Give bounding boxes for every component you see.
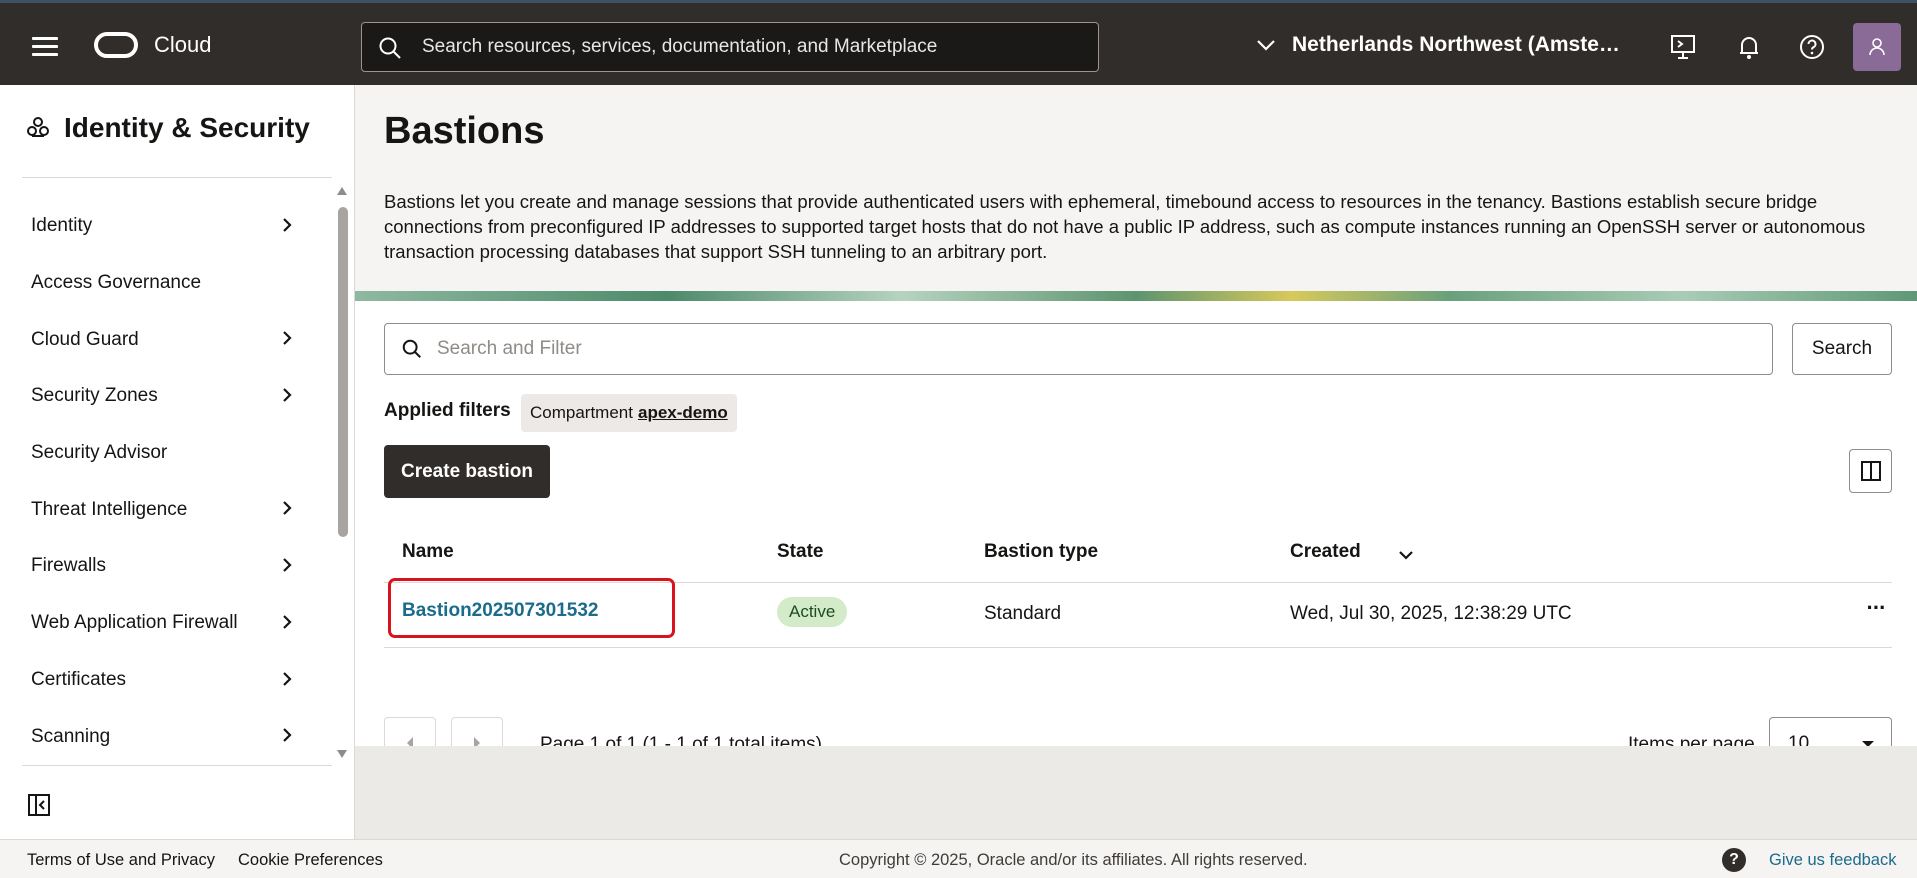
sidebar: Identity & Security Identity Access Gover…	[0, 85, 355, 839]
main-content: Bastions Bastions let you create and man…	[355, 85, 1917, 839]
sidebar-item-firewalls[interactable]: Firewalls	[0, 538, 330, 595]
chevron-right-icon	[283, 388, 292, 402]
chevron-right-icon	[283, 671, 292, 686]
search-button[interactable]: Search	[1792, 323, 1892, 375]
page-description: Bastions let you create and manage sessi…	[384, 191, 1866, 262]
row-actions-menu-icon[interactable]: ···	[1861, 593, 1891, 623]
page-title: Bastions	[384, 110, 545, 152]
chevron-right-icon	[283, 331, 292, 346]
bastion-type-cell: Standard	[984, 603, 1062, 624]
user-avatar[interactable]	[1853, 23, 1901, 71]
filter-chip-compartment[interactable]: Compartment apex-demo	[521, 394, 737, 432]
created-cell: Wed, Jul 30, 2025, 12:38:29 UTC	[1290, 603, 1572, 624]
sidebar-nav: Identity Access Governance Cloud Guard Secu…	[0, 198, 330, 765]
sidebar-item-web-application-firewall[interactable]: Web Application Firewall	[0, 595, 330, 652]
chevron-right-icon	[283, 501, 292, 516]
copyright-text: Copyright © 2025, Oracle and/or its affi…	[839, 851, 1308, 869]
divider	[22, 765, 332, 766]
bastion-name-link[interactable]: Bastion202507301532	[402, 600, 598, 622]
terms-link[interactable]: Terms of Use and Privacy	[27, 851, 215, 870]
global-search-input[interactable]	[422, 23, 1082, 71]
bastions-table: Name State Bastion type Created Bastion2…	[384, 523, 1892, 648]
status-badge: Active	[777, 597, 848, 627]
applied-filters-label: Applied filters	[384, 400, 511, 421]
chip-key: Compartment	[530, 403, 633, 422]
brand-label[interactable]: Cloud	[154, 32, 211, 58]
search-icon	[402, 339, 421, 358]
region-label: Netherlands Northwest (Amste…	[1292, 33, 1620, 56]
sidebar-item-scanning[interactable]: Scanning	[0, 708, 330, 765]
sidebar-item-access-governance[interactable]: Access Governance	[0, 255, 330, 312]
chevron-right-icon	[283, 728, 292, 742]
help-icon[interactable]: ?	[1722, 848, 1746, 872]
sidebar-item-identity[interactable]: Identity	[0, 198, 330, 255]
sidebar-item-label: Firewalls	[31, 555, 106, 577]
user-icon	[1869, 38, 1885, 56]
feedback-link[interactable]: Give us feedback	[1769, 851, 1897, 870]
footer: Terms of Use and Privacy Cookie Preferen…	[0, 839, 1917, 878]
sidebar-item-label: Cloud Guard	[31, 328, 139, 350]
column-header-bastion-type[interactable]: Bastion type	[984, 541, 1098, 563]
sidebar-item-label: Security Advisor	[31, 442, 168, 464]
chip-value[interactable]: apex-demo	[638, 403, 728, 423]
sidebar-item-cloud-guard[interactable]: Cloud Guard	[0, 311, 330, 368]
top-bar: Cloud Netherlands Northwest (Amste…	[0, 0, 1917, 85]
region-selector[interactable]: Netherlands Northwest (Amste…	[1256, 33, 1620, 57]
sidebar-title: Identity & Security	[64, 112, 310, 143]
sidebar-item-security-zones[interactable]: Security Zones	[0, 368, 330, 425]
decorative-background	[355, 746, 1917, 839]
decorative-banner	[355, 291, 1917, 301]
divider	[22, 177, 332, 178]
bastions-panel: Search Applied filters Compartment apex-…	[355, 301, 1917, 769]
search-filter-box[interactable]	[384, 323, 1773, 375]
global-search-box[interactable]	[361, 22, 1099, 72]
bell-icon[interactable]	[1735, 33, 1763, 61]
column-header-name[interactable]: Name	[402, 541, 454, 563]
collapse-sidebar-icon[interactable]	[27, 793, 51, 817]
sidebar-item-label: Certificates	[31, 668, 127, 690]
sidebar-item-label: Scanning	[31, 725, 111, 747]
help-icon[interactable]	[1798, 33, 1826, 61]
sidebar-header: Identity & Security	[26, 112, 310, 144]
search-icon	[379, 37, 401, 59]
sidebar-item-label: Identity	[31, 215, 93, 237]
chevron-right-icon	[283, 218, 292, 232]
sidebar-item-label: Web Application Firewall	[31, 612, 238, 634]
oracle-logo[interactable]	[94, 32, 138, 58]
columns-icon	[1860, 461, 1881, 481]
hamburger-icon[interactable]	[32, 37, 58, 57]
sidebar-item-certificates[interactable]: Certificates	[0, 652, 330, 709]
table-header: Name State Bastion type Created	[384, 523, 1892, 583]
sidebar-item-security-advisor[interactable]: Security Advisor	[0, 425, 330, 482]
sort-descending-icon[interactable]	[1398, 550, 1414, 560]
identity-security-icon	[27, 117, 49, 137]
sidebar-item-threat-intelligence[interactable]: Threat Intelligence	[0, 481, 330, 538]
create-bastion-button[interactable]: Create bastion	[384, 445, 550, 498]
chevron-down-icon	[1257, 40, 1275, 51]
table-row: Bastion202507301532 Active Standard Wed,…	[384, 578, 1892, 648]
sidebar-item-label: Security Zones	[31, 385, 158, 407]
column-header-created[interactable]: Created	[1290, 541, 1361, 563]
sidebar-item-label: Threat Intelligence	[31, 498, 188, 520]
scrollbar-thumb[interactable]	[338, 207, 348, 537]
column-header-state[interactable]: State	[777, 541, 823, 563]
cookie-preferences-link[interactable]: Cookie Preferences	[238, 851, 383, 870]
search-filter-input[interactable]	[437, 324, 1757, 374]
chevron-right-icon	[283, 615, 292, 629]
column-settings-button[interactable]	[1849, 449, 1892, 493]
sidebar-item-label: Access Governance	[31, 272, 202, 294]
chevron-right-icon	[283, 558, 292, 572]
cloud-shell-icon[interactable]	[1669, 33, 1697, 61]
